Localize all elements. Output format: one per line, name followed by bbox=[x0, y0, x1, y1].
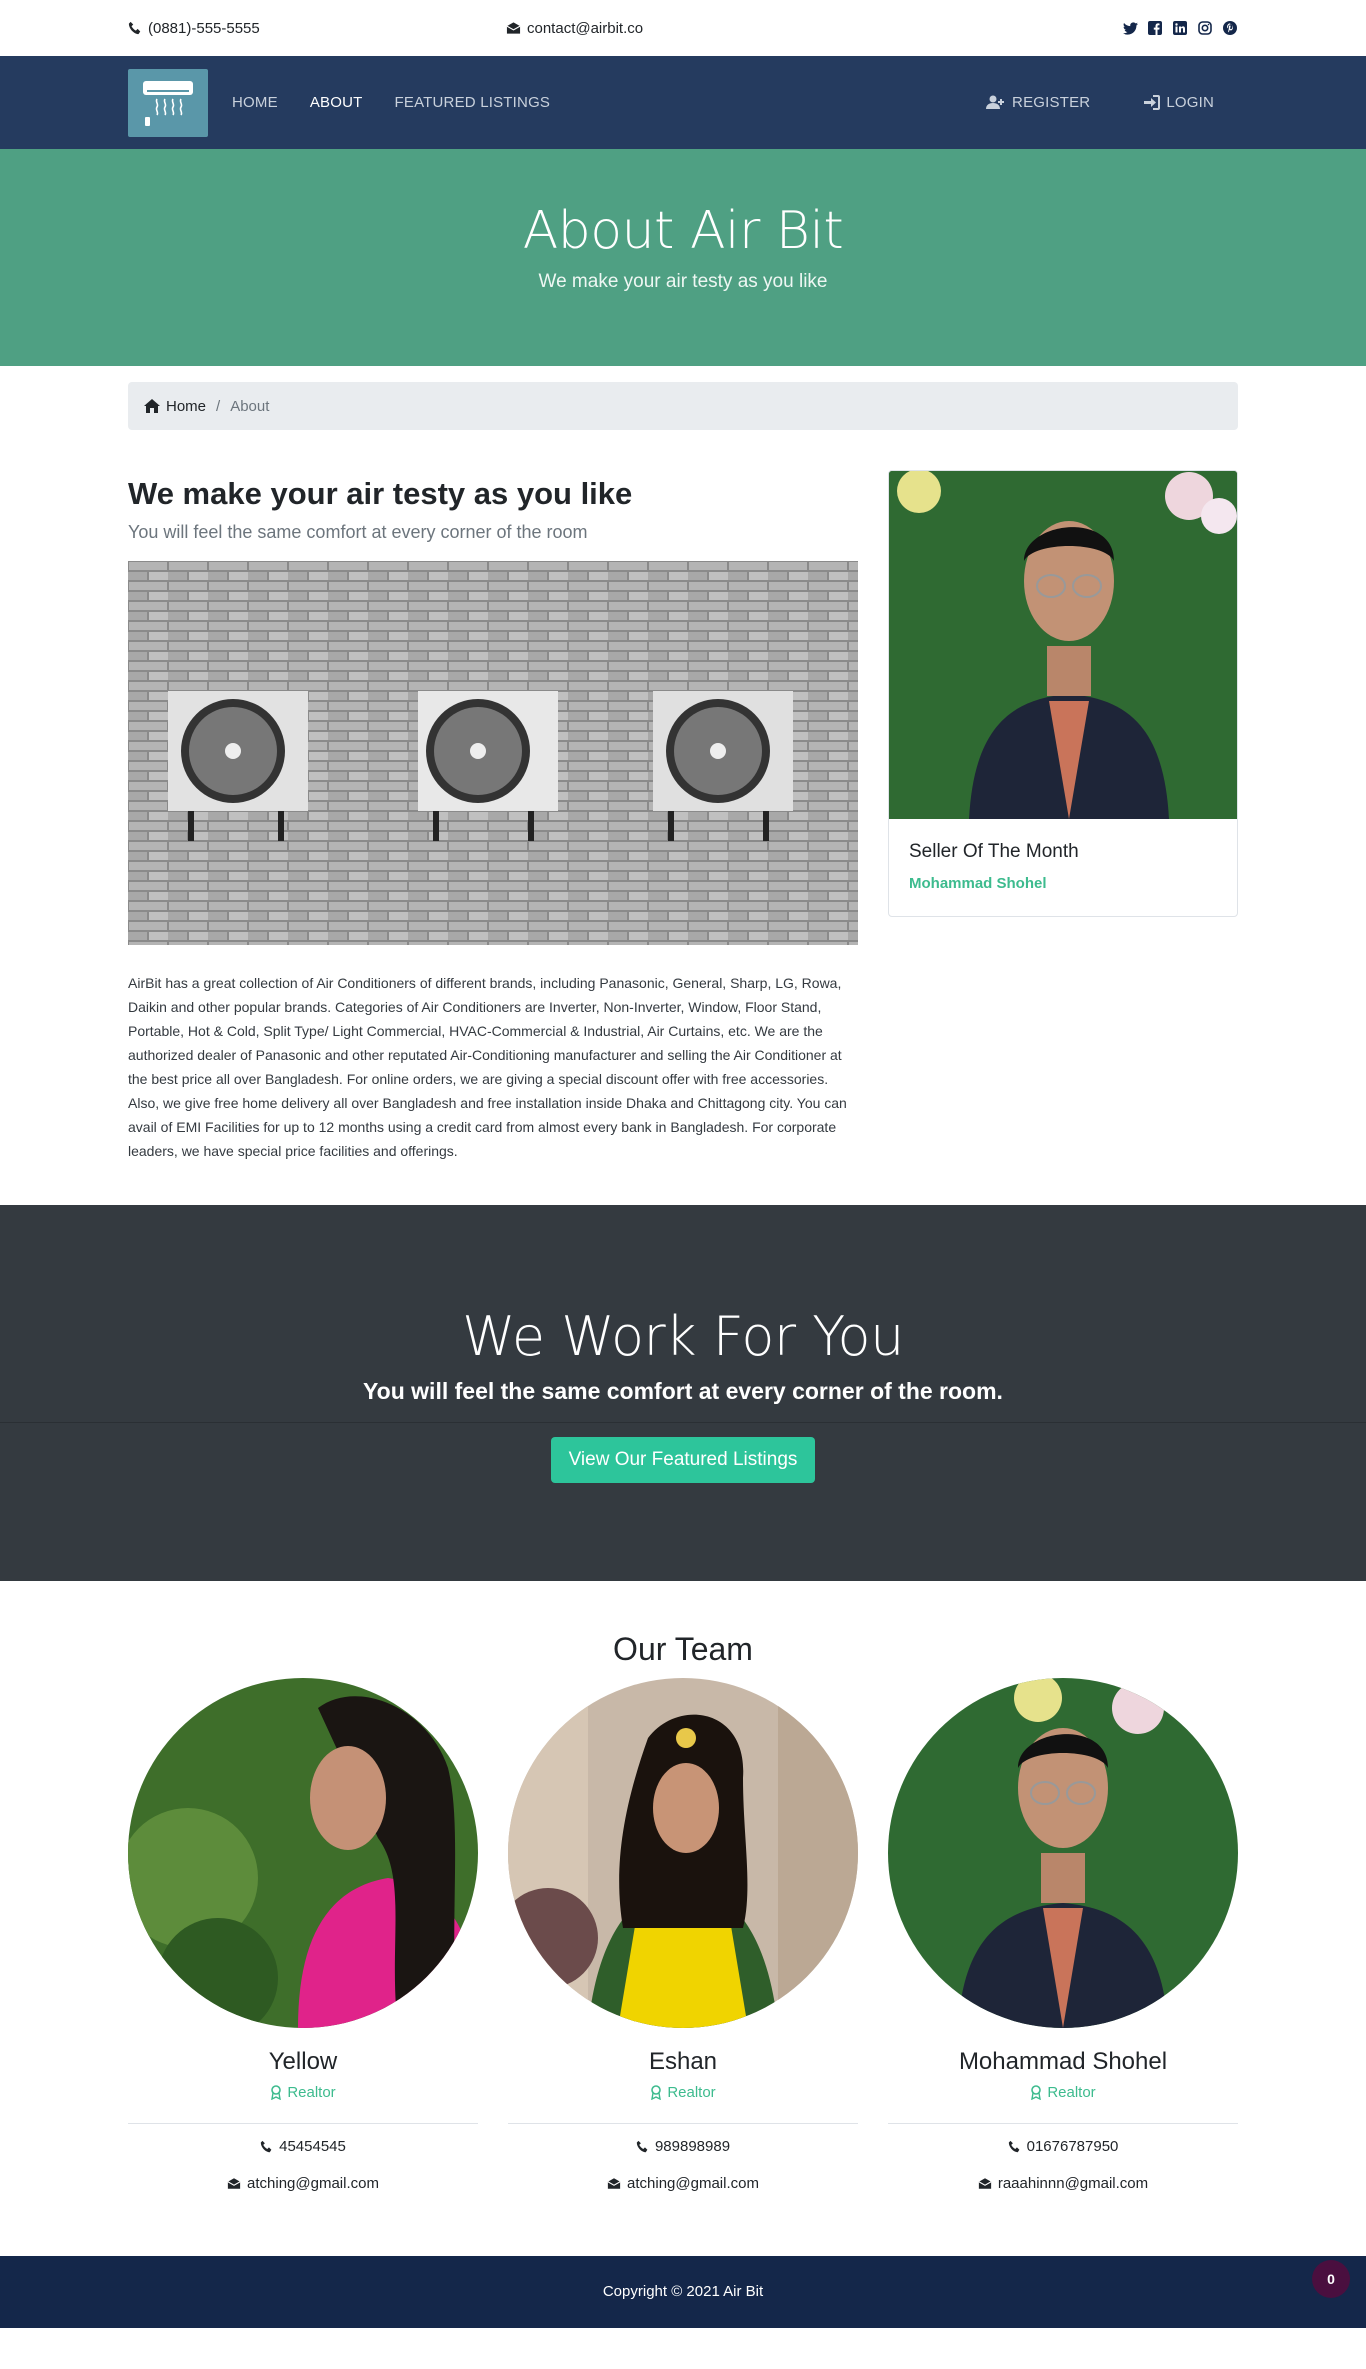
award-icon bbox=[1030, 2085, 1042, 2100]
member-phone-value: 01676787950 bbox=[1026, 2138, 1119, 2155]
phone-icon bbox=[128, 21, 142, 35]
member-phone[interactable]: 45454545 bbox=[128, 2138, 478, 2155]
envelope-icon bbox=[506, 21, 521, 35]
social-links bbox=[884, 20, 1238, 36]
member-avatar bbox=[888, 1678, 1238, 2028]
member-divider bbox=[888, 2123, 1238, 2124]
member-role: Realtor bbox=[508, 2084, 858, 2101]
site-footer: Copyright © 2021 Air Bit 0 bbox=[0, 2256, 1366, 2328]
team-section: Our Team Yellow Realtor 45454545 atching… bbox=[128, 1581, 1238, 2212]
member-email[interactable]: atching@gmail.com bbox=[508, 2175, 858, 2192]
team-grid: Yellow Realtor 45454545 atching@gmail.co… bbox=[128, 1678, 1238, 2212]
phone-icon bbox=[1008, 2140, 1021, 2153]
contact-email[interactable]: contact@airbit.co bbox=[506, 20, 884, 37]
seller-photo bbox=[889, 471, 1237, 819]
member-email[interactable]: atching@gmail.com bbox=[128, 2175, 478, 2192]
member-divider bbox=[508, 2123, 858, 2124]
team-title: Our Team bbox=[613, 1631, 753, 1667]
breadcrumb: Home / About bbox=[128, 382, 1238, 430]
breadcrumb-home-label: Home bbox=[166, 397, 207, 415]
hero-subtitle: We make your air testy as you like bbox=[538, 271, 828, 292]
breadcrumb-current: About bbox=[230, 397, 270, 415]
about-heading: We make your air testy as you like bbox=[128, 476, 633, 511]
member-email-value: atching@gmail.com bbox=[247, 2175, 379, 2192]
member-email-value: atching@gmail.com bbox=[627, 2175, 759, 2192]
register-label: Register bbox=[1012, 94, 1091, 111]
member-email[interactable]: raaahinnn@gmail.com bbox=[888, 2175, 1238, 2192]
member-phone-value: 989898989 bbox=[654, 2138, 731, 2155]
breadcrumb-separator: / bbox=[216, 397, 221, 415]
award-icon bbox=[270, 2085, 282, 2100]
top-contact-bar: (0881)-555-5555 contact@airbit.co bbox=[0, 0, 1366, 56]
member-role-label: Realtor bbox=[1047, 2084, 1096, 2101]
about-section: We make your air testy as you like You w… bbox=[128, 430, 1238, 1163]
about-main: We make your air testy as you like You w… bbox=[128, 470, 858, 1163]
phone-number: (0881)-555-5555 bbox=[148, 19, 260, 37]
member-avatar bbox=[508, 1678, 858, 2028]
about-hero: About Air Bit We make your air testy as … bbox=[0, 149, 1366, 366]
seller-of-month-card: Seller Of The Month Mohammad Shohel bbox=[888, 470, 1238, 917]
seller-title: Seller Of The Month bbox=[909, 841, 1079, 862]
register-link[interactable]: Register bbox=[986, 94, 1090, 111]
about-lead: You will feel the same comfort at every … bbox=[128, 522, 588, 542]
login-label: Login bbox=[1166, 94, 1214, 111]
twitter-icon[interactable] bbox=[1122, 20, 1138, 36]
brand-logo[interactable] bbox=[128, 68, 208, 137]
login-link[interactable]: Login bbox=[1144, 94, 1214, 111]
member-avatar bbox=[128, 1678, 478, 2028]
member-role-label: Realtor bbox=[287, 2084, 336, 2101]
main-navbar: Home About Featured Listings Register Lo… bbox=[0, 56, 1366, 149]
home-icon bbox=[144, 399, 160, 413]
phone-icon bbox=[260, 2140, 273, 2153]
work-title: We Work For You bbox=[462, 1305, 904, 1368]
view-featured-listings-button[interactable]: View Our Featured Listings bbox=[550, 1437, 816, 1483]
facebook-icon[interactable] bbox=[1147, 20, 1163, 36]
instagram-icon[interactable] bbox=[1197, 20, 1213, 36]
member-divider bbox=[128, 2123, 478, 2124]
team-member-card: Mohammad Shohel Realtor 01676787950 raaa… bbox=[888, 1678, 1238, 2212]
member-role-label: Realtor bbox=[667, 2084, 716, 2101]
nav-auth: Register Login bbox=[986, 94, 1238, 111]
footer-copyright: Copyright © 2021 Air Bit bbox=[602, 2283, 764, 2300]
work-subtitle: You will feel the same comfort at every … bbox=[363, 1378, 1003, 1404]
phone-icon bbox=[636, 2140, 649, 2153]
member-phone-value: 45454545 bbox=[279, 2138, 346, 2155]
envelope-icon bbox=[978, 2177, 992, 2190]
nav-link-home[interactable]: Home bbox=[232, 94, 278, 111]
seller-name[interactable]: Mohammad Shohel bbox=[909, 875, 1217, 892]
notification-badge[interactable]: 0 bbox=[1312, 2260, 1350, 2298]
section-divider bbox=[0, 1422, 1366, 1423]
member-role: Realtor bbox=[888, 2084, 1238, 2101]
seller-body: Seller Of The Month Mohammad Shohel bbox=[889, 819, 1237, 916]
member-role: Realtor bbox=[128, 2084, 478, 2101]
about-description: AirBit has a great collection of Air Con… bbox=[128, 975, 847, 1159]
work-for-you-section: We Work For You You will feel the same c… bbox=[0, 1205, 1366, 1581]
linkedin-icon[interactable] bbox=[1172, 20, 1188, 36]
team-member-card: Eshan Realtor 989898989 atching@gmail.co… bbox=[508, 1678, 858, 2212]
envelope-icon bbox=[607, 2177, 621, 2190]
member-phone[interactable]: 01676787950 bbox=[888, 2138, 1238, 2155]
team-member-card: Yellow Realtor 45454545 atching@gmail.co… bbox=[128, 1678, 478, 2212]
contact-phone[interactable]: (0881)-555-5555 bbox=[128, 20, 506, 37]
air-conditioner-icon bbox=[143, 80, 193, 126]
award-icon bbox=[650, 2085, 662, 2100]
nav-link-about[interactable]: About bbox=[310, 94, 363, 111]
nav-link-featured-listings[interactable]: Featured Listings bbox=[395, 94, 551, 111]
member-name: Mohammad Shohel bbox=[958, 2048, 1168, 2075]
air-conditioner-units-image bbox=[128, 561, 858, 945]
envelope-icon bbox=[227, 2177, 241, 2190]
hero-title: About Air Bit bbox=[522, 201, 844, 261]
email-address: contact@airbit.co bbox=[527, 19, 644, 37]
breadcrumb-home[interactable]: Home bbox=[144, 398, 206, 415]
member-name: Eshan bbox=[648, 2048, 718, 2075]
member-email-value: raaahinnn@gmail.com bbox=[997, 2175, 1149, 2192]
member-name: Yellow bbox=[268, 2048, 338, 2075]
sign-in-icon bbox=[1144, 95, 1161, 110]
user-plus-icon bbox=[986, 95, 1006, 110]
member-phone[interactable]: 989898989 bbox=[508, 2138, 858, 2155]
pinterest-icon[interactable] bbox=[1222, 20, 1238, 36]
